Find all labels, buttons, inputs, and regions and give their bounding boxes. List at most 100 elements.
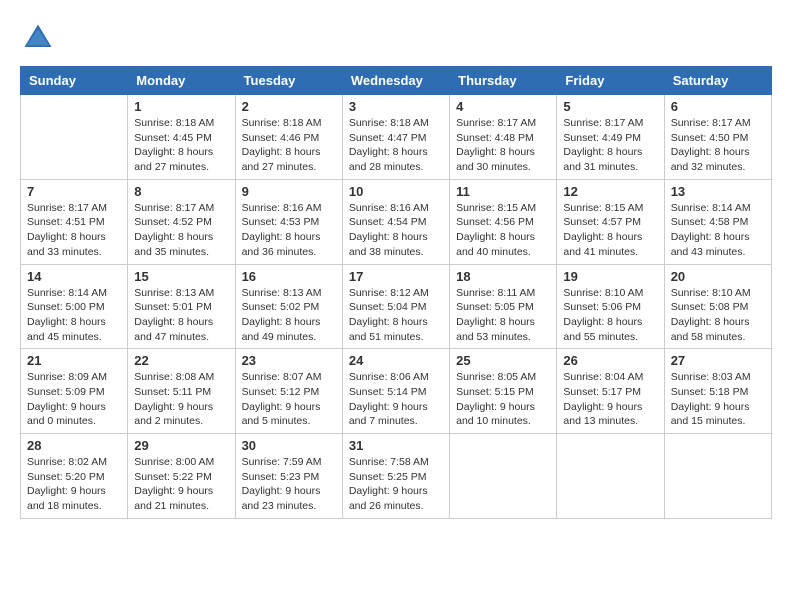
day-number: 14 — [27, 269, 121, 284]
weekday-header-tuesday: Tuesday — [235, 67, 342, 95]
calendar-day-30: 30 Sunrise: 7:59 AMSunset: 5:23 PMDayligh… — [235, 434, 342, 519]
calendar-day-18: 18 Sunrise: 8:11 AMSunset: 5:05 PMDayligh… — [450, 264, 557, 349]
calendar-day-empty — [21, 95, 128, 180]
day-number: 21 — [27, 353, 121, 368]
calendar-day-11: 11 Sunrise: 8:15 AMSunset: 4:56 PMDayligh… — [450, 179, 557, 264]
day-number: 15 — [134, 269, 228, 284]
calendar-day-15: 15 Sunrise: 8:13 AMSunset: 5:01 PMDayligh… — [128, 264, 235, 349]
day-info: Sunrise: 8:09 AMSunset: 5:09 PMDaylight:… — [27, 370, 121, 429]
day-info: Sunrise: 8:17 AMSunset: 4:51 PMDaylight:… — [27, 201, 121, 260]
day-info: Sunrise: 8:17 AMSunset: 4:49 PMDaylight:… — [563, 116, 657, 175]
day-info: Sunrise: 8:18 AMSunset: 4:46 PMDaylight:… — [242, 116, 336, 175]
day-info: Sunrise: 8:16 AMSunset: 4:53 PMDaylight:… — [242, 201, 336, 260]
calendar-day-26: 26 Sunrise: 8:04 AMSunset: 5:17 PMDayligh… — [557, 349, 664, 434]
day-number: 28 — [27, 438, 121, 453]
calendar-day-8: 8 Sunrise: 8:17 AMSunset: 4:52 PMDaylight… — [128, 179, 235, 264]
day-number: 3 — [349, 99, 443, 114]
day-number: 16 — [242, 269, 336, 284]
day-number: 22 — [134, 353, 228, 368]
calendar-day-14: 14 Sunrise: 8:14 AMSunset: 5:00 PMDayligh… — [21, 264, 128, 349]
day-number: 19 — [563, 269, 657, 284]
day-info: Sunrise: 8:16 AMSunset: 4:54 PMDaylight:… — [349, 201, 443, 260]
day-info: Sunrise: 8:17 AMSunset: 4:50 PMDaylight:… — [671, 116, 765, 175]
day-info: Sunrise: 7:59 AMSunset: 5:23 PMDaylight:… — [242, 455, 336, 514]
calendar-day-3: 3 Sunrise: 8:18 AMSunset: 4:47 PMDaylight… — [342, 95, 449, 180]
day-info: Sunrise: 8:15 AMSunset: 4:57 PMDaylight:… — [563, 201, 657, 260]
day-info: Sunrise: 8:07 AMSunset: 5:12 PMDaylight:… — [242, 370, 336, 429]
day-info: Sunrise: 8:05 AMSunset: 5:15 PMDaylight:… — [456, 370, 550, 429]
day-info: Sunrise: 8:12 AMSunset: 5:04 PMDaylight:… — [349, 286, 443, 345]
day-number: 12 — [563, 184, 657, 199]
day-number: 17 — [349, 269, 443, 284]
weekday-header-wednesday: Wednesday — [342, 67, 449, 95]
calendar-day-10: 10 Sunrise: 8:16 AMSunset: 4:54 PMDayligh… — [342, 179, 449, 264]
calendar-day-7: 7 Sunrise: 8:17 AMSunset: 4:51 PMDaylight… — [21, 179, 128, 264]
calendar-day-12: 12 Sunrise: 8:15 AMSunset: 4:57 PMDayligh… — [557, 179, 664, 264]
day-number: 7 — [27, 184, 121, 199]
day-number: 10 — [349, 184, 443, 199]
day-number: 30 — [242, 438, 336, 453]
day-info: Sunrise: 8:15 AMSunset: 4:56 PMDaylight:… — [456, 201, 550, 260]
calendar-day-22: 22Sunrise: 8:08 AMSunset: 5:11 PMDayligh… — [128, 349, 235, 434]
calendar-day-5: 5 Sunrise: 8:17 AMSunset: 4:49 PMDaylight… — [557, 95, 664, 180]
calendar-day-17: 17 Sunrise: 8:12 AMSunset: 5:04 PMDayligh… — [342, 264, 449, 349]
day-number: 6 — [671, 99, 765, 114]
day-info: Sunrise: 7:58 AMSunset: 5:25 PMDaylight:… — [349, 455, 443, 514]
calendar-week-row: 21 Sunrise: 8:09 AMSunset: 5:09 PMDayligh… — [21, 349, 772, 434]
calendar-day-6: 6 Sunrise: 8:17 AMSunset: 4:50 PMDaylight… — [664, 95, 771, 180]
weekday-header-thursday: Thursday — [450, 67, 557, 95]
calendar-week-row: 28 Sunrise: 8:02 AMSunset: 5:20 PMDayligh… — [21, 434, 772, 519]
day-number: 31 — [349, 438, 443, 453]
day-info: Sunrise: 8:18 AMSunset: 4:45 PMDaylight:… — [134, 116, 228, 175]
day-number: 27 — [671, 353, 765, 368]
day-number: 9 — [242, 184, 336, 199]
calendar-day-empty — [450, 434, 557, 519]
calendar-header-row: SundayMondayTuesdayWednesdayThursdayFrid… — [21, 67, 772, 95]
day-info: Sunrise: 8:10 AMSunset: 5:08 PMDaylight:… — [671, 286, 765, 345]
calendar-day-2: 2 Sunrise: 8:18 AMSunset: 4:46 PMDaylight… — [235, 95, 342, 180]
day-number: 25 — [456, 353, 550, 368]
day-number: 26 — [563, 353, 657, 368]
day-info: Sunrise: 8:11 AMSunset: 5:05 PMDaylight:… — [456, 286, 550, 345]
day-info: Sunrise: 8:17 AMSunset: 4:52 PMDaylight:… — [134, 201, 228, 260]
calendar-day-27: 27Sunrise: 8:03 AMSunset: 5:18 PMDayligh… — [664, 349, 771, 434]
day-info: Sunrise: 8:06 AMSunset: 5:14 PMDaylight:… — [349, 370, 443, 429]
weekday-header-friday: Friday — [557, 67, 664, 95]
day-number: 20 — [671, 269, 765, 284]
calendar-week-row: 7 Sunrise: 8:17 AMSunset: 4:51 PMDaylight… — [21, 179, 772, 264]
day-info: Sunrise: 8:02 AMSunset: 5:20 PMDaylight:… — [27, 455, 121, 514]
day-info: Sunrise: 8:14 AMSunset: 5:00 PMDaylight:… — [27, 286, 121, 345]
day-number: 18 — [456, 269, 550, 284]
calendar-day-28: 28 Sunrise: 8:02 AMSunset: 5:20 PMDayligh… — [21, 434, 128, 519]
calendar-day-23: 23 Sunrise: 8:07 AMSunset: 5:12 PMDayligh… — [235, 349, 342, 434]
day-info: Sunrise: 8:10 AMSunset: 5:06 PMDaylight:… — [563, 286, 657, 345]
day-number: 11 — [456, 184, 550, 199]
calendar-day-29: 29Sunrise: 8:00 AMSunset: 5:22 PMDayligh… — [128, 434, 235, 519]
logo-icon — [20, 20, 56, 56]
day-number: 8 — [134, 184, 228, 199]
day-info: Sunrise: 8:13 AMSunset: 5:02 PMDaylight:… — [242, 286, 336, 345]
calendar-day-21: 21 Sunrise: 8:09 AMSunset: 5:09 PMDayligh… — [21, 349, 128, 434]
day-info: Sunrise: 8:17 AMSunset: 4:48 PMDaylight:… — [456, 116, 550, 175]
day-info: Sunrise: 8:18 AMSunset: 4:47 PMDaylight:… — [349, 116, 443, 175]
calendar-day-25: 25 Sunrise: 8:05 AMSunset: 5:15 PMDayligh… — [450, 349, 557, 434]
calendar-day-24: 24 Sunrise: 8:06 AMSunset: 5:14 PMDayligh… — [342, 349, 449, 434]
day-number: 29 — [134, 438, 228, 453]
day-info: Sunrise: 8:14 AMSunset: 4:58 PMDaylight:… — [671, 201, 765, 260]
day-number: 13 — [671, 184, 765, 199]
calendar: SundayMondayTuesdayWednesdayThursdayFrid… — [20, 66, 772, 519]
day-number: 4 — [456, 99, 550, 114]
calendar-day-13: 13 Sunrise: 8:14 AMSunset: 4:58 PMDayligh… — [664, 179, 771, 264]
weekday-header-saturday: Saturday — [664, 67, 771, 95]
calendar-day-20: 20 Sunrise: 8:10 AMSunset: 5:08 PMDayligh… — [664, 264, 771, 349]
day-info: Sunrise: 8:13 AMSunset: 5:01 PMDaylight:… — [134, 286, 228, 345]
calendar-day-9: 9 Sunrise: 8:16 AMSunset: 4:53 PMDaylight… — [235, 179, 342, 264]
day-number: 24 — [349, 353, 443, 368]
calendar-day-1: 1Sunrise: 8:18 AMSunset: 4:45 PMDaylight… — [128, 95, 235, 180]
day-info: Sunrise: 8:04 AMSunset: 5:17 PMDaylight:… — [563, 370, 657, 429]
day-number: 23 — [242, 353, 336, 368]
day-number: 5 — [563, 99, 657, 114]
calendar-day-empty — [664, 434, 771, 519]
day-number: 2 — [242, 99, 336, 114]
calendar-day-16: 16 Sunrise: 8:13 AMSunset: 5:02 PMDayligh… — [235, 264, 342, 349]
